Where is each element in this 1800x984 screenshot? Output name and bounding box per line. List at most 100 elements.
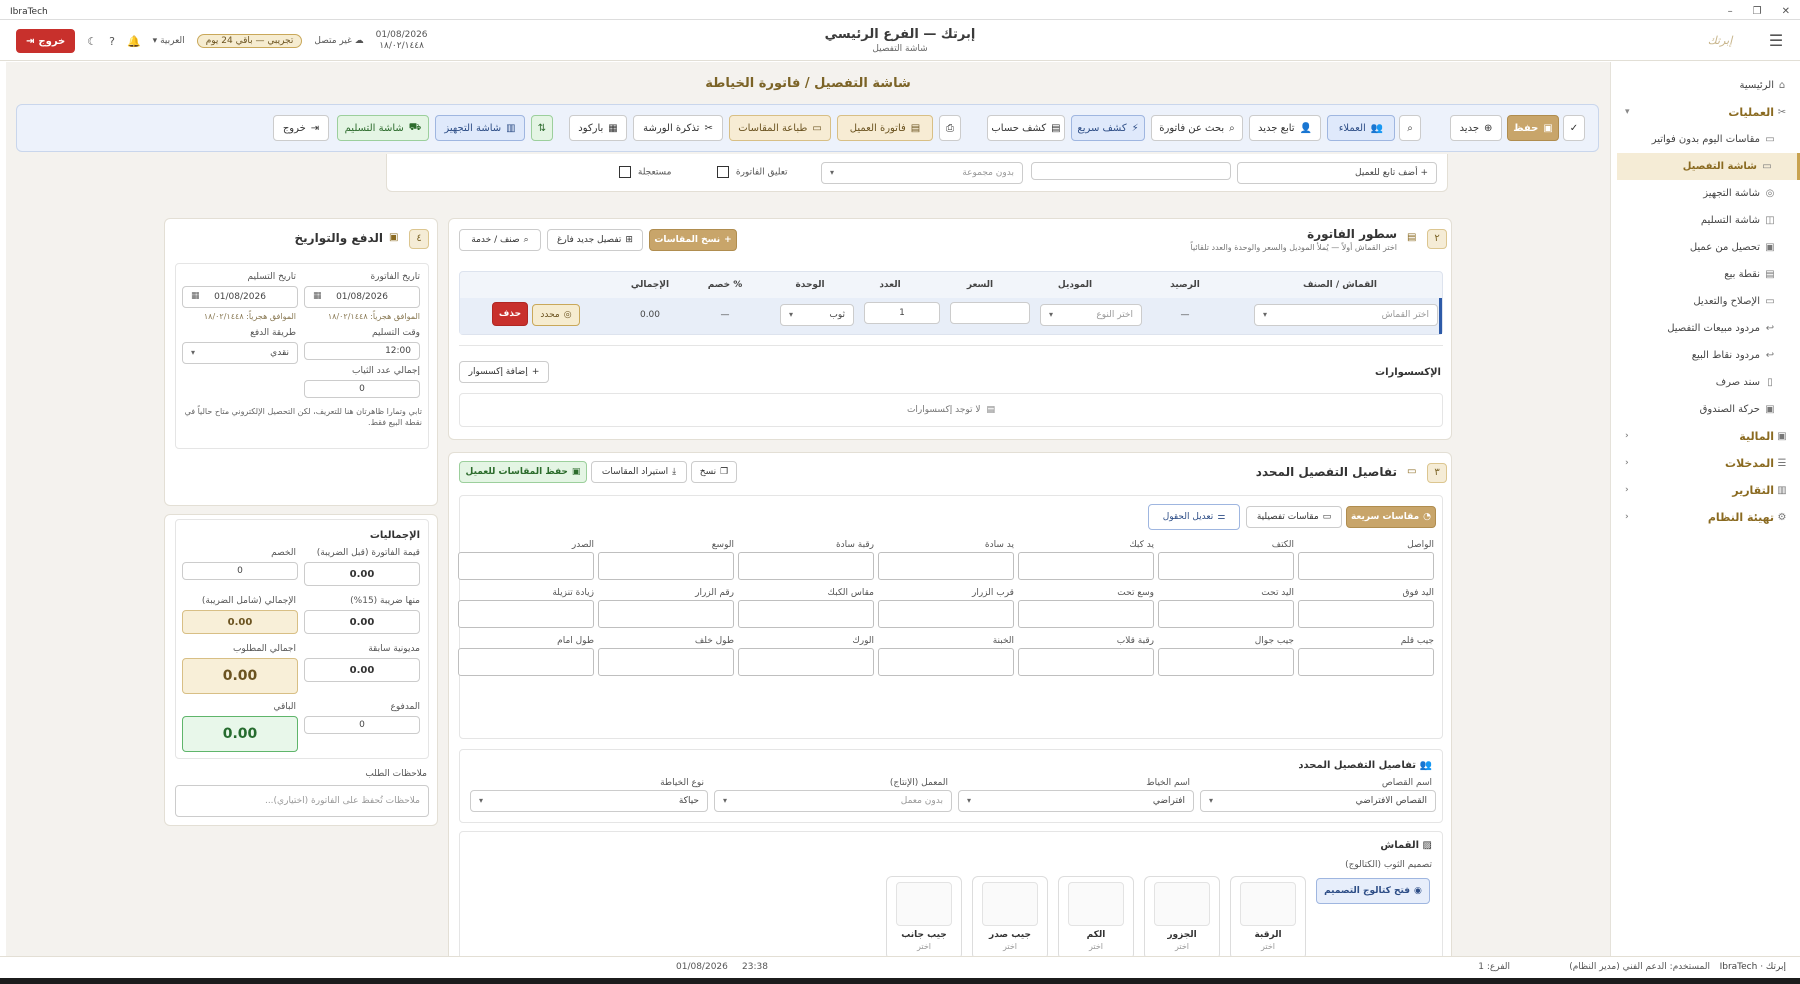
customer-invoice-button[interactable]: فاتورة العميل ▤	[837, 115, 933, 141]
measurement-input[interactable]	[598, 648, 734, 676]
confirm-button[interactable]: ✓	[1563, 115, 1585, 141]
sidebar-item-prep-screen[interactable]: ◎ شاشة التجهيز	[1611, 180, 1800, 207]
sidebar-item-customer-collection[interactable]: ▣ تحصيل من عميل	[1611, 234, 1800, 261]
price-input[interactable]	[950, 302, 1030, 324]
edit-fields-button[interactable]: تعديل الحقول ⚌	[1148, 504, 1240, 530]
sidebar-item-tailoring-returns[interactable]: ↩ مردود مبيعات التفصيل	[1611, 315, 1800, 342]
payment-method-select[interactable]: نقدي ▾	[182, 342, 298, 364]
selected-badge[interactable]: محدد ◎	[532, 304, 580, 326]
measurement-input[interactable]	[598, 600, 734, 628]
measurement-input[interactable]	[458, 552, 594, 580]
design-tile-sleeve[interactable]: الكم اختر	[1058, 876, 1134, 960]
new-follower-button[interactable]: تابع جديد 👤	[1249, 115, 1321, 141]
lab-select[interactable]: بدون معمل ▾	[714, 790, 952, 812]
sidebar-item-pos-returns[interactable]: ↩ مردود نقاط البيع	[1611, 342, 1800, 369]
measurement-input[interactable]	[738, 552, 874, 580]
measurement-input[interactable]	[1158, 648, 1294, 676]
delivery-time-input[interactable]: 12:00	[304, 342, 420, 360]
item-service-button[interactable]: صنف / خدمة ⌕	[459, 229, 541, 251]
copy-button[interactable]: نسخ ❐	[691, 461, 737, 483]
model-select[interactable]: اختر النوع ▾	[1040, 304, 1142, 326]
menu-icon[interactable]: ☰	[1766, 31, 1786, 51]
barcode-button[interactable]: باركود ▦	[569, 115, 627, 141]
checkbox[interactable]	[717, 166, 729, 178]
new-button[interactable]: جديد ⊕	[1450, 115, 1502, 141]
measurement-input[interactable]	[878, 552, 1014, 580]
add-follower-field[interactable]: + أضف تابع للعميل	[1237, 162, 1437, 184]
sidebar-section-inputs[interactable]: ☰ المدخلات ‹	[1611, 450, 1800, 477]
add-accessory-button[interactable]: إضافة إكسسوار +	[459, 361, 549, 383]
maximize-button[interactable]: ❐	[1753, 6, 1762, 17]
sidebar-item-home[interactable]: ⌂ الرئيسية	[1611, 72, 1800, 99]
total-pieces-input[interactable]: 0	[304, 380, 420, 398]
design-tile-chest-pocket[interactable]: جيب صدر اختر	[972, 876, 1048, 960]
detailed-measurements-tab[interactable]: مقاسات تفصيلية ▭	[1246, 506, 1342, 528]
notes-input[interactable]: ملاحظات تُحفظ على الفاتورة (اختياري)...	[175, 785, 429, 817]
save-button[interactable]: حفظ ▣	[1507, 115, 1559, 141]
measurement-input[interactable]	[1018, 552, 1154, 580]
measurement-input[interactable]	[738, 648, 874, 676]
delivery-screen-button[interactable]: شاشة التسليم ⛟	[337, 115, 429, 141]
sidebar-item-cash-movement[interactable]: ▣ حركة الصندوق	[1611, 396, 1800, 423]
design-tile-side-pocket[interactable]: جيب جانب اختر	[886, 876, 962, 960]
unit-select[interactable]: ثوب ▾	[780, 304, 854, 326]
sidebar-item-pos[interactable]: ▤ نقطة بيع	[1611, 261, 1800, 288]
new-empty-detail-button[interactable]: تفصيل جديد فارغ ⊞	[547, 229, 643, 251]
sidebar-item-repair[interactable]: ▭ الإصلاح والتعديل	[1611, 288, 1800, 315]
account-statement-button[interactable]: كشف حساب ▤	[987, 115, 1065, 141]
measurement-input[interactable]	[878, 648, 1014, 676]
group-select[interactable]: بدون مجموعة ▾	[821, 162, 1023, 184]
sidebar-item-tailoring-screen[interactable]: ▭ شاشة التفصيل	[1617, 153, 1800, 180]
design-tile-collar[interactable]: الرقبة اختر	[1230, 876, 1306, 960]
import-measurements-button[interactable]: استيراد المقاسات ⤓	[591, 461, 687, 483]
open-catalog-button[interactable]: فتح كتالوج التصميم ◉	[1316, 878, 1430, 904]
delivery-date-input[interactable]: 01/08/2026 ▦	[182, 286, 298, 308]
copy-measurements-button[interactable]: نسخ المقاسات +	[649, 229, 737, 251]
quick-measurements-tab[interactable]: مقاسات سريعة ◔	[1346, 506, 1436, 528]
measurement-input[interactable]	[1018, 600, 1154, 628]
help-icon[interactable]: ?	[109, 35, 115, 48]
sidebar-item-delivery-screen[interactable]: ◫ شاشة التسليم	[1611, 207, 1800, 234]
discount-input[interactable]: 0	[182, 562, 298, 580]
cutter-select[interactable]: القصاص الافتراضي ▾	[1200, 790, 1436, 812]
invoice-date-input[interactable]: 01/08/2026 ▦	[304, 286, 420, 308]
measurement-input[interactable]	[458, 600, 594, 628]
qty-input[interactable]: 1	[864, 302, 940, 324]
tailor-select[interactable]: افتراضي ▾	[958, 790, 1194, 812]
sewing-type-select[interactable]: حياكة ▾	[470, 790, 708, 812]
dark-mode-icon[interactable]: ☾	[87, 35, 97, 48]
print-measurements-button[interactable]: طباعة المقاسات ▭	[729, 115, 831, 141]
print-button[interactable]: ⎙	[939, 115, 961, 141]
sidebar-item-today-measurements[interactable]: ▭ مقاسات اليوم بدون فواتير	[1611, 126, 1800, 153]
suspend-invoice-toggle[interactable]: تعليق الفاتورة	[717, 166, 788, 178]
table-row[interactable]: اختر القماش ▾ — اختر النوع ▾ 1 ثوب ▾ — 0…	[460, 298, 1442, 334]
paid-input[interactable]: 0	[304, 716, 420, 734]
quick-statement-button[interactable]: كشف سريع ⚡	[1071, 115, 1145, 141]
measurement-input[interactable]	[738, 600, 874, 628]
sidebar-section-setup[interactable]: ⚙ تهيئة النظام ‹	[1611, 504, 1800, 531]
sidebar-section-reports[interactable]: ▥ التقارير ‹	[1611, 477, 1800, 504]
checkbox[interactable]	[619, 166, 631, 178]
sidebar-item-payment-voucher[interactable]: ▯ سند صرف	[1611, 369, 1800, 396]
urgent-toggle[interactable]: مستعجلة	[619, 166, 671, 178]
customers-button[interactable]: العملاء 👥	[1327, 115, 1395, 141]
exit-screen-button[interactable]: خروج ⇥	[273, 115, 329, 141]
sidebar-section-finance[interactable]: ▣ المالية ‹	[1611, 423, 1800, 450]
measurement-input[interactable]	[1158, 600, 1294, 628]
delete-row-button[interactable]: حذف	[492, 302, 528, 326]
prep-screen-button[interactable]: شاشة التجهيز ▥	[435, 115, 525, 141]
search-invoice-button[interactable]: بحث عن فاتورة ⌕	[1151, 115, 1243, 141]
measurement-input[interactable]	[1298, 648, 1434, 676]
measurement-input[interactable]	[458, 648, 594, 676]
logout-button[interactable]: ⇥ خروج	[16, 29, 76, 53]
language-select[interactable]: ▾ العربية	[153, 36, 185, 46]
measurement-input[interactable]	[878, 600, 1014, 628]
close-window-button[interactable]: ✕	[1782, 6, 1790, 17]
sort-button[interactable]: ⇅	[531, 115, 553, 141]
design-tile-placket[interactable]: الجزور اختر	[1144, 876, 1220, 960]
measurement-input[interactable]	[1018, 648, 1154, 676]
sidebar-section-operations[interactable]: ✂ العمليات ▾	[1611, 99, 1800, 126]
measurement-input[interactable]	[1158, 552, 1294, 580]
measurement-input[interactable]	[1298, 600, 1434, 628]
fabric-select[interactable]: اختر القماش ▾	[1254, 304, 1438, 326]
